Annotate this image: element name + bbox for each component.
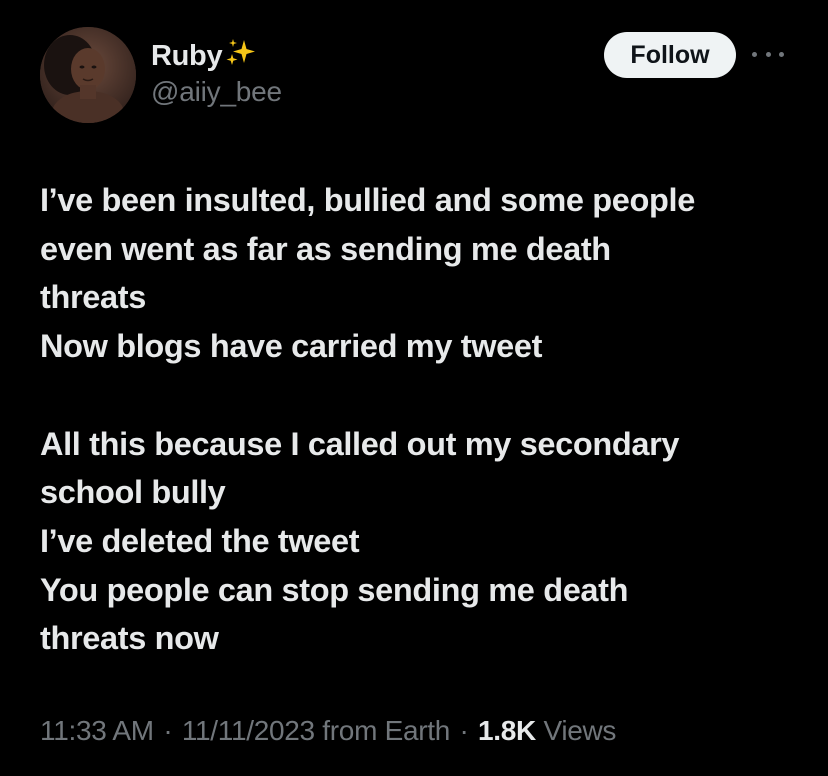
tweet-line: I’ve deleted the tweet bbox=[40, 522, 360, 559]
tweet-source: from Earth bbox=[322, 715, 451, 746]
tweet-date[interactable]: 11/11/2023 bbox=[182, 715, 315, 746]
tweet-line: I’ve been insulted, bullied and some peo… bbox=[40, 182, 695, 218]
user-handle[interactable]: @aiiy_bee bbox=[151, 76, 282, 108]
display-name[interactable]: Ruby bbox=[151, 40, 223, 73]
tweet-line: even went as far as sending me death bbox=[40, 230, 611, 267]
follow-button[interactable]: Follow bbox=[604, 32, 736, 78]
dot bbox=[765, 51, 771, 57]
tweet-card: Ruby @aiiy_bee Follow I’ve been insulted… bbox=[0, 0, 828, 776]
views-label: Views bbox=[543, 715, 617, 746]
sparkles-icon bbox=[224, 37, 258, 74]
tweet-meta: 11:33 AM · 11/11/2023 from Earth · 1.8K … bbox=[40, 715, 616, 747]
dot bbox=[752, 51, 757, 57]
tweet-line: All this because I called out my seconda… bbox=[40, 425, 680, 462]
tweet-line: threats bbox=[40, 279, 146, 316]
meta-separator: · bbox=[459, 715, 469, 746]
tweet-text: I’ve been insulted, bullied and some peo… bbox=[40, 176, 800, 663]
tweet-line: You people can stop sending me death bbox=[40, 571, 629, 608]
avatar[interactable] bbox=[40, 27, 136, 123]
meta-separator: · bbox=[163, 715, 173, 746]
avatar-image bbox=[40, 27, 136, 123]
display-name-row: Ruby bbox=[151, 38, 282, 74]
paragraph-break bbox=[40, 371, 800, 420]
dot bbox=[779, 51, 784, 57]
views-count: 1.8K bbox=[478, 715, 536, 746]
tweet-line: school bully bbox=[40, 474, 226, 511]
more-options-icon[interactable] bbox=[752, 46, 784, 62]
tweet-time[interactable]: 11:33 AM bbox=[40, 715, 154, 746]
tweet-line: threats now bbox=[40, 620, 219, 657]
author-info: Ruby @aiiy_bee bbox=[151, 38, 282, 108]
tweet-line: Now blogs have carried my tweet bbox=[40, 328, 543, 365]
